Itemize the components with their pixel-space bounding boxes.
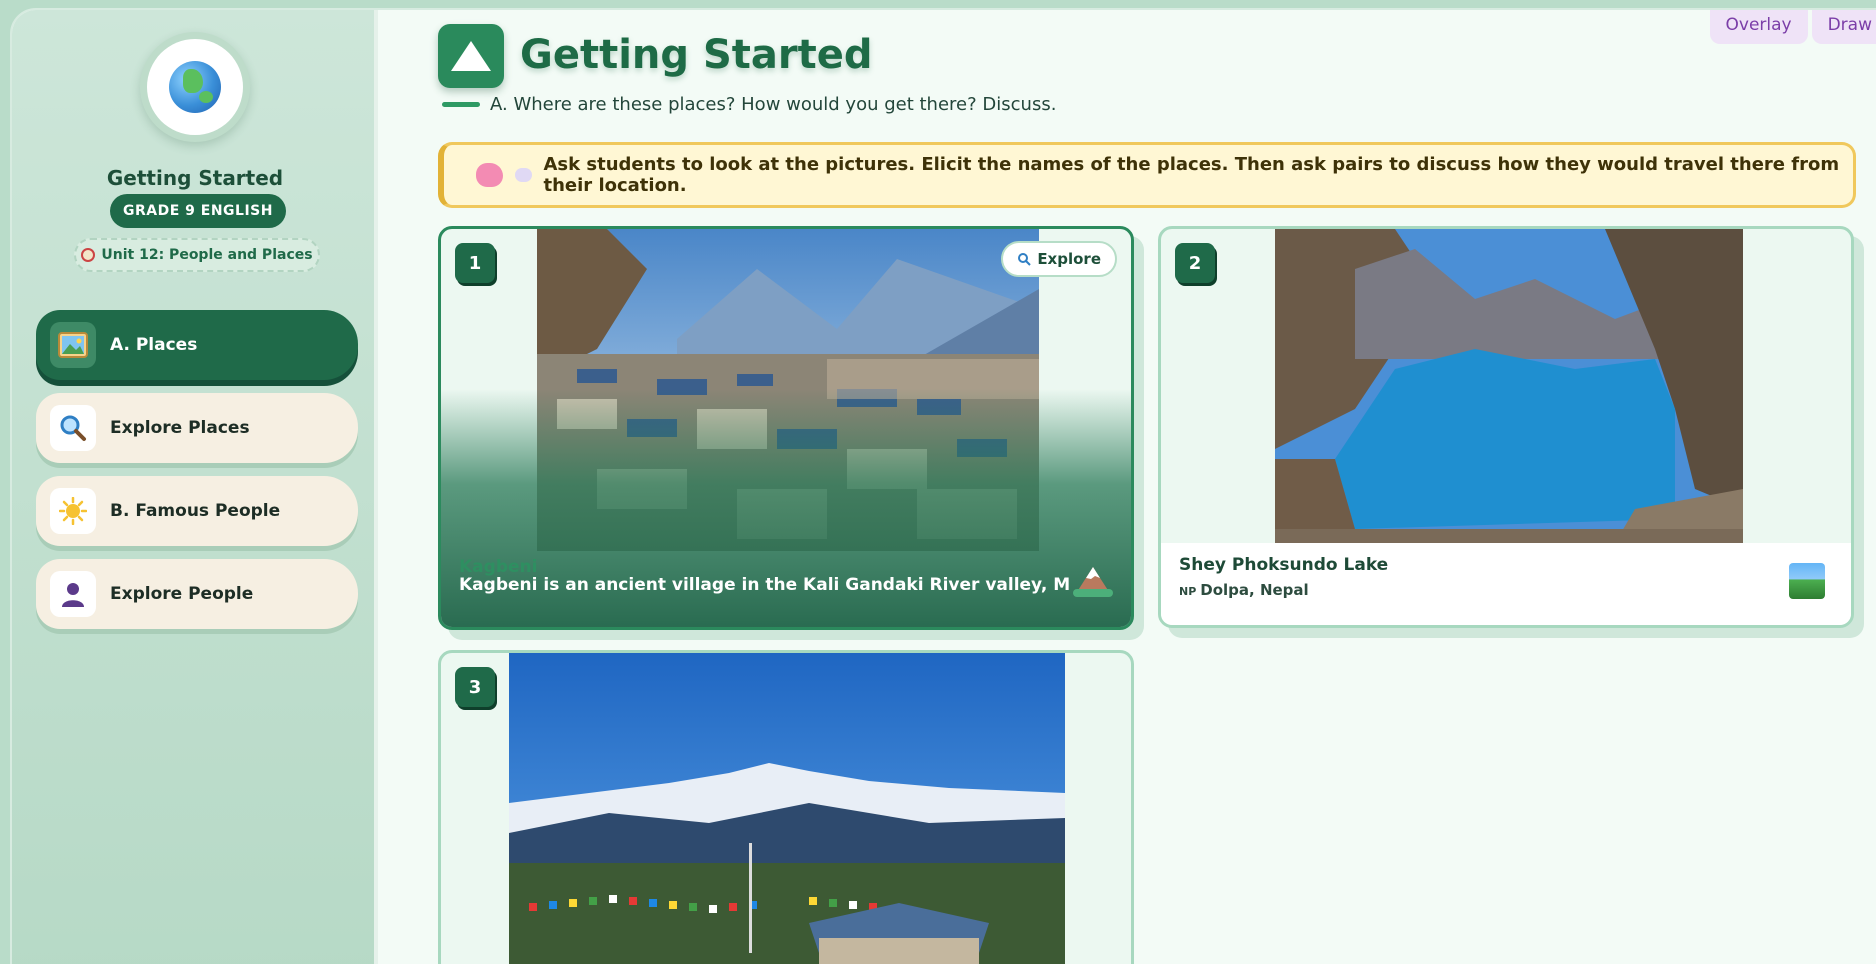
magnifier-icon: [1018, 253, 1032, 266]
place-description: Kagbeni is an ancient village in the Kal…: [459, 575, 1071, 595]
sidebar-item-explore-places[interactable]: Explore Places: [36, 393, 358, 463]
tool-bar: Overlay Draw: [1709, 10, 1876, 44]
draw-button[interactable]: Draw: [1811, 10, 1876, 44]
place-card-shey-phoksundo[interactable]: 2 Shey Phoksundo Lake NP Dolpa, Nepal: [1158, 226, 1854, 628]
page-title: Getting Started: [520, 32, 873, 78]
app-frame: Overlay Draw Getting Started GRADE 9 ENG…: [10, 8, 1876, 964]
compass-icon: [81, 248, 96, 262]
sidebar-item-places[interactable]: A. Places: [36, 310, 358, 380]
sun-icon: [50, 488, 96, 534]
sidebar-item-label: Explore Places: [110, 418, 250, 438]
unit-pill: Unit 12: People and Places: [74, 238, 320, 272]
sidebar-item-label: A. Places: [110, 335, 198, 355]
teacher-note: Ask students to look at the pictures. El…: [438, 142, 1856, 208]
sidebar-title: Getting Started: [106, 166, 284, 190]
globe-avatar: [140, 32, 250, 142]
sidebar: Getting Started GRADE 9 ENGLISH Unit 12:…: [12, 10, 378, 964]
explore-button[interactable]: Explore: [1001, 241, 1117, 277]
globe-icon: [169, 61, 221, 113]
overlay-button[interactable]: Overlay: [1709, 10, 1808, 44]
mountain-icon: [1073, 567, 1113, 597]
sidebar-item-label: B. Famous People: [110, 501, 281, 521]
grade-badge: GRADE 9 ENGLISH: [110, 194, 286, 228]
nepal-flag-icon: NP: [1179, 585, 1197, 598]
brain-icon: [476, 163, 504, 187]
phoksundo-photo: [1275, 229, 1743, 543]
card-number-badge: 1: [455, 243, 495, 283]
subtitle-row: A. Where are these places? How would you…: [442, 94, 1056, 115]
sidebar-item-famous-people[interactable]: B. Famous People: [36, 476, 358, 546]
activity-instruction: A. Where are these places? How would you…: [490, 94, 1057, 115]
person-icon: [50, 571, 96, 617]
landscape-icon: [1789, 563, 1825, 599]
magnifier-icon: [50, 405, 96, 451]
main-content: Getting Started A. Where are these place…: [382, 10, 1876, 964]
picture-icon: [50, 322, 96, 368]
teacher-note-text: Ask students to look at the pictures. El…: [543, 154, 1840, 196]
prayer-flags-photo: [509, 653, 1065, 964]
card-number-badge: 2: [1175, 243, 1215, 283]
mountain-logo-icon: [438, 24, 504, 88]
sidebar-item-explore-people[interactable]: Explore People: [36, 559, 358, 629]
card-number-badge: 3: [455, 667, 495, 707]
speech-bubble-icon: [515, 168, 532, 182]
place-card-kagbeni[interactable]: 1 Explore Kagbeni Kagbeni is an ancient …: [438, 226, 1134, 630]
place-name: Shey Phoksundo Lake: [1179, 555, 1389, 575]
place-name: Kagbeni: [459, 557, 538, 577]
place-location: NP Dolpa, Nepal: [1179, 581, 1309, 599]
unit-label: Unit 12: People and Places: [101, 247, 313, 263]
sidebar-item-label: Explore People: [110, 584, 254, 604]
place-card-3[interactable]: 3: [438, 650, 1134, 964]
